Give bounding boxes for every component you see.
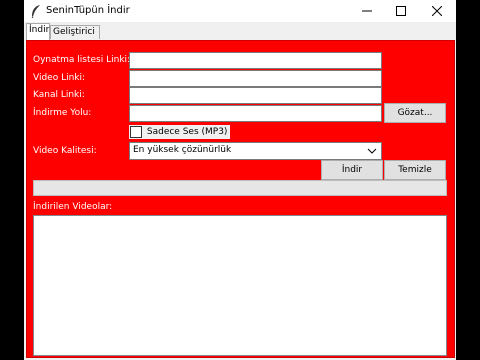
channel-link-input[interactable] [129,87,382,104]
download-panel: Oynatma listesi Linki: Video Linki: Kana… [26,40,455,358]
tab-gelistirici[interactable]: Geliştirici [50,25,100,39]
chevron-down-icon [367,148,377,154]
tab-bar: İndir Geliştirici [24,22,456,40]
channel-link-label: Kanal Linki: [33,90,85,100]
close-icon [431,5,443,16]
window-title: SeninTüpün İndir [46,5,130,16]
minimize-icon [362,10,372,11]
download-path-input[interactable] [129,105,382,122]
audio-only-label: Sadece Ses (MP3) [146,126,228,137]
title-bar[interactable]: SeninTüpün İndir [24,0,456,22]
feather-icon [31,5,40,18]
minimize-button[interactable] [350,0,384,22]
video-link-input[interactable] [129,70,382,87]
maximize-icon [396,5,406,16]
close-button[interactable] [418,0,456,22]
download-button[interactable]: İndir [321,160,383,180]
browse-button[interactable]: Gözat... [384,103,446,123]
video-quality-value: En yüksek çözünürlük [133,145,232,155]
download-path-label: İndirme Yolu: [33,108,92,118]
tab-indir[interactable]: İndir [26,23,50,40]
downloaded-videos-label: İndirilen Videolar: [33,202,113,212]
downloaded-videos-list[interactable] [33,215,447,356]
playlist-link-input[interactable] [129,52,382,69]
playlist-link-label: Oynatma listesi Linki: [33,55,131,65]
maximize-button[interactable] [384,0,418,22]
app-window: SeninTüpün İndir İndir Geliştirici Oynat… [24,0,456,360]
clear-button[interactable]: Temizle [384,160,446,180]
video-quality-select[interactable]: En yüksek çözünürlük [129,142,382,160]
download-progress-bar [33,180,447,196]
audio-only-checkbox[interactable] [130,126,142,138]
video-quality-label: Video Kalitesi: [33,146,97,156]
video-link-label: Video Linki: [33,73,86,83]
audio-only-option[interactable]: Sadece Ses (MP3) [129,125,231,139]
